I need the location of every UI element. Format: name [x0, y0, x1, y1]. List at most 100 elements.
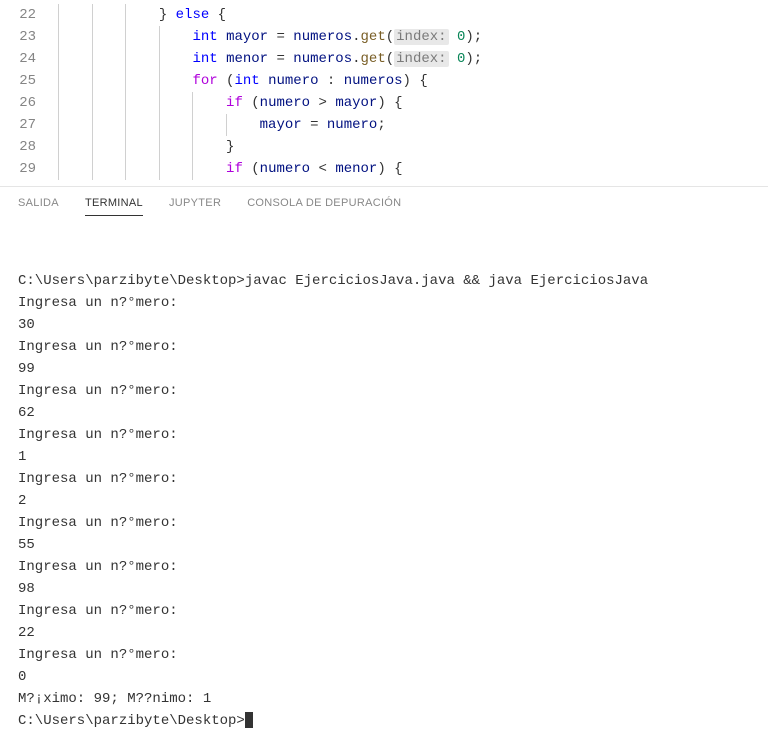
terminal-line: Ingresa un n?°mero: — [18, 468, 750, 490]
token-tx: . — [352, 51, 360, 67]
terminal-line — [18, 248, 750, 270]
code-content[interactable]: } — [58, 136, 768, 158]
token-if: if — [226, 161, 243, 177]
panel-tab-salida[interactable]: SALIDA — [18, 197, 59, 216]
token-hint: index: — [394, 51, 448, 67]
terminal-line: 1 — [18, 446, 750, 468]
terminal-cursor — [245, 712, 253, 728]
token-var: mayor — [335, 95, 377, 111]
token-br: } — [226, 139, 234, 155]
token-tx — [449, 51, 457, 67]
code-line[interactable]: 29 if (numero < menor) { — [0, 158, 768, 180]
code-line[interactable]: 22 } else { — [0, 4, 768, 26]
token-tx — [218, 29, 226, 45]
code-line[interactable]: 26 if (numero > mayor) { — [0, 92, 768, 114]
line-number: 29 — [0, 158, 58, 180]
token-type: int — [192, 29, 217, 45]
terminal-line: Ingresa un n?°mero: — [18, 600, 750, 622]
terminal-line: Ingresa un n?°mero: — [18, 380, 750, 402]
token-type: int — [234, 73, 259, 89]
code-line[interactable]: 24 int menor = numeros.get(index: 0); — [0, 48, 768, 70]
panel-tab-terminal[interactable]: TERMINAL — [85, 197, 143, 216]
token-tx: : — [319, 73, 344, 89]
terminal-line: Ingresa un n?°mero: — [18, 556, 750, 578]
terminal-line: 98 — [18, 578, 750, 600]
terminal-line: 55 — [18, 534, 750, 556]
token-var: numero — [327, 117, 377, 133]
terminal-line: M?¡ximo: 99; M??nimo: 1 — [18, 688, 750, 710]
token-tx: = — [302, 117, 327, 133]
token-var: numeros — [344, 73, 403, 89]
token-var: numero — [260, 161, 310, 177]
code-content[interactable]: if (numero < menor) { — [58, 158, 768, 180]
token-tx: = — [268, 29, 293, 45]
token-var: menor — [335, 161, 377, 177]
code-content[interactable]: int menor = numeros.get(index: 0); — [58, 48, 768, 70]
code-content[interactable]: int mayor = numeros.get(index: 0); — [58, 26, 768, 48]
code-content[interactable]: } else { — [58, 4, 768, 26]
code-content[interactable]: if (numero > mayor) { — [58, 92, 768, 114]
token-var: numero — [260, 95, 310, 111]
code-content[interactable]: mayor = numero; — [58, 114, 768, 136]
token-tx: ) { — [377, 161, 402, 177]
token-tx: ); — [465, 51, 482, 67]
line-number: 26 — [0, 92, 58, 114]
terminal-line: Ingresa un n?°mero: — [18, 424, 750, 446]
token-tx: ( — [243, 95, 260, 111]
token-tx: ( — [243, 161, 260, 177]
terminal-line: 99 — [18, 358, 750, 380]
token-type: int — [192, 51, 217, 67]
code-line[interactable]: 25 for (int numero : numeros) { — [0, 70, 768, 92]
terminal-output[interactable]: C:\Users\parzibyte\Desktop>javac Ejercic… — [0, 216, 768, 742]
token-var: mayor — [226, 29, 268, 45]
terminal-line: Ingresa un n?°mero: — [18, 336, 750, 358]
terminal-prompt-line[interactable]: C:\Users\parzibyte\Desktop> — [18, 710, 750, 732]
code-line[interactable]: 28 } — [0, 136, 768, 158]
code-line[interactable]: 23 int mayor = numeros.get(index: 0); — [0, 26, 768, 48]
code-line[interactable]: 27 mayor = numero; — [0, 114, 768, 136]
token-var: menor — [226, 51, 268, 67]
token-if: if — [226, 95, 243, 111]
token-br: { — [209, 7, 226, 23]
token-else: else — [176, 7, 210, 23]
line-number: 25 — [0, 70, 58, 92]
token-tx — [260, 73, 268, 89]
token-tx: ( — [386, 51, 394, 67]
token-tx: ; — [377, 117, 385, 133]
line-number: 23 — [0, 26, 58, 48]
panel-tab-consola-de-depuración[interactable]: CONSOLA DE DEPURACIÓN — [247, 197, 401, 216]
token-var: numero — [268, 73, 318, 89]
terminal-line: Ingresa un n?°mero: — [18, 512, 750, 534]
token-var: mayor — [260, 117, 302, 133]
token-br: } — [159, 7, 176, 23]
token-hint: index: — [394, 29, 448, 45]
code-content[interactable]: for (int numero : numeros) { — [58, 70, 768, 92]
token-tx: ) { — [377, 95, 402, 111]
line-number: 28 — [0, 136, 58, 158]
terminal-line: 30 — [18, 314, 750, 336]
panel-tab-jupyter[interactable]: JUPYTER — [169, 197, 221, 216]
token-var: numeros — [293, 29, 352, 45]
terminal-line: Ingresa un n?°mero: — [18, 292, 750, 314]
line-number: 22 — [0, 4, 58, 26]
token-tx: ) { — [403, 73, 428, 89]
token-meth: get — [361, 29, 386, 45]
panel-tabs: SALIDA TERMINAL JUPYTER CONSOLA DE DEPURACI… — [0, 186, 768, 216]
terminal-line: 2 — [18, 490, 750, 512]
token-tx: > — [310, 95, 335, 111]
terminal-prompt: C:\Users\parzibyte\Desktop> — [18, 713, 245, 729]
line-number: 27 — [0, 114, 58, 136]
token-tx — [449, 29, 457, 45]
line-number: 24 — [0, 48, 58, 70]
code-editor[interactable]: 22 } else {23 int mayor = numeros.get(in… — [0, 0, 768, 186]
terminal-line: 62 — [18, 402, 750, 424]
token-tx — [218, 51, 226, 67]
terminal-line: 0 — [18, 666, 750, 688]
terminal-line: 22 — [18, 622, 750, 644]
token-tx: ( — [218, 73, 235, 89]
token-for: for — [192, 73, 217, 89]
token-tx: ); — [465, 29, 482, 45]
token-var: numeros — [293, 51, 352, 67]
token-tx: . — [352, 29, 360, 45]
terminal-line: C:\Users\parzibyte\Desktop>javac Ejercic… — [18, 270, 750, 292]
